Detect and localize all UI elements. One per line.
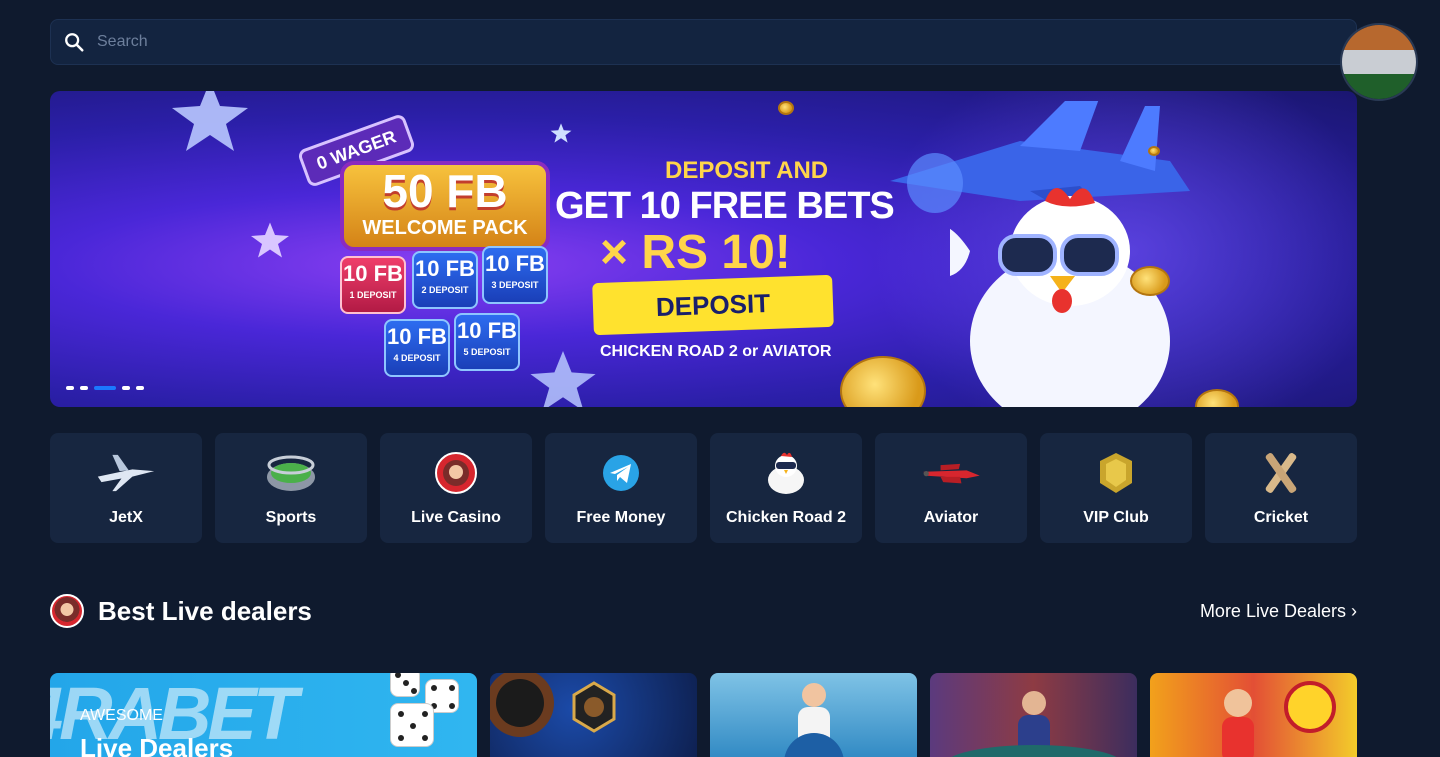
plane-icon [921, 449, 981, 497]
banner-headline-small: DEPOSIT AND [665, 157, 829, 184]
carousel-dots[interactable] [66, 386, 144, 390]
deposit-chip: 10 FB 4 DEPOSIT [384, 319, 450, 377]
category-sports[interactable]: Sports [215, 433, 367, 543]
category-row: JetX Sports Live Casino Free Money Chick… [50, 433, 1357, 543]
deposit-chip: 10 FB 3 DEPOSIT [482, 246, 548, 304]
vip-badge-icon [1086, 449, 1146, 497]
welcome-pack-badge: 50 FB WELCOME PACK [340, 161, 550, 251]
search-input[interactable] [97, 33, 1297, 51]
star-icon [172, 91, 248, 151]
carousel-dot[interactable] [80, 386, 88, 390]
deposit-chip: 10 FB 1 DEPOSIT [340, 256, 406, 314]
crazy-time-logo-icon [1222, 681, 1336, 757]
roulette-wheel-icon [490, 673, 616, 737]
jet-icon [96, 449, 156, 497]
game-tile-crazy-time[interactable] [1150, 673, 1357, 757]
banner-headline-amount: × RS 10! [600, 226, 791, 279]
category-label: VIP Club [1083, 509, 1149, 526]
category-label: Free Money [576, 509, 666, 526]
game-tile-wheel[interactable] [710, 673, 917, 757]
category-label: Aviator [923, 509, 979, 526]
dice-icon [390, 673, 420, 697]
promo-tile[interactable]: 4RABET AWESOME Live Dealers [50, 673, 477, 757]
game-tile-roulette[interactable] [490, 673, 697, 757]
coin-icon [1130, 266, 1170, 296]
chicken-icon [756, 449, 816, 497]
search-bar[interactable] [50, 19, 1357, 65]
dealer-icon [951, 691, 1117, 757]
language-flag-icon[interactable] [1340, 23, 1418, 101]
star-icon [251, 222, 289, 258]
banner-footnote: CHICKEN ROAD 2 or AVIATOR [600, 343, 832, 360]
dealer-avatar-icon [426, 449, 486, 497]
category-label: Sports [265, 509, 317, 526]
dice-icon [390, 703, 434, 747]
category-jetx[interactable]: JetX [50, 433, 202, 543]
telegram-icon [591, 449, 651, 497]
dealer-avatar-icon [50, 594, 84, 628]
live-dealers-row: 4RABET AWESOME Live Dealers [50, 673, 1357, 757]
more-live-dealers-link[interactable]: More Live Dealers › [1200, 601, 1357, 622]
coin-icon [778, 101, 794, 115]
carousel-dot[interactable] [66, 386, 74, 390]
category-cricket[interactable]: Cricket [1205, 433, 1357, 543]
star-icon [530, 351, 596, 407]
category-chicken-road-2[interactable]: Chicken Road 2 [710, 433, 862, 543]
category-label: Chicken Road 2 [725, 509, 847, 526]
stadium-icon [261, 449, 321, 497]
carousel-dot[interactable] [122, 386, 130, 390]
dealer-icon [784, 683, 844, 757]
promo-banner[interactable]: 0 WAGER 50 FB WELCOME PACK 10 FB 1 DEPOSI… [50, 91, 1357, 407]
star-icon [550, 123, 572, 143]
section-title: Best Live dealers [98, 595, 312, 626]
deposit-button[interactable]: DEPOSIT [592, 274, 834, 336]
section-header: Best Live dealers [50, 594, 312, 628]
category-label: JetX [109, 509, 143, 526]
promo-tile-kicker: AWESOME [80, 707, 163, 724]
category-free-money[interactable]: Free Money [545, 433, 697, 543]
banner-headline: GET 10 FREE BETS [555, 185, 895, 227]
category-vip-club[interactable]: VIP Club [1040, 433, 1192, 543]
category-label: Cricket [1253, 509, 1309, 526]
carousel-dot[interactable] [136, 386, 144, 390]
deposit-chip: 10 FB 5 DEPOSIT [454, 313, 520, 371]
deposit-chip: 10 FB 2 DEPOSIT [412, 251, 478, 309]
search-icon [65, 33, 84, 52]
cricket-bats-icon [1251, 449, 1311, 497]
carousel-dot-active[interactable] [94, 386, 116, 390]
category-live-casino[interactable]: Live Casino [380, 433, 532, 543]
category-aviator[interactable]: Aviator [875, 433, 1027, 543]
promo-tile-title: Live Dealers [80, 733, 234, 757]
coin-icon [1148, 146, 1160, 156]
game-tile-dealer[interactable] [930, 673, 1137, 757]
category-label: Live Casino [411, 509, 501, 526]
